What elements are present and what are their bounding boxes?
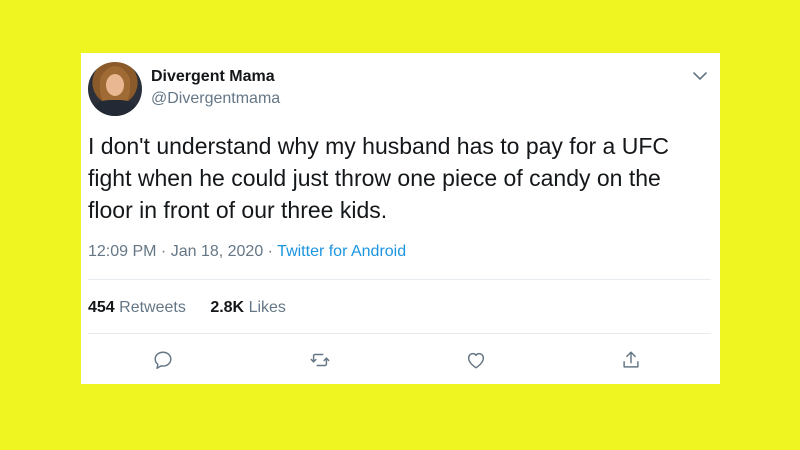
author-name[interactable]: Divergent Mama bbox=[151, 68, 275, 86]
heart-icon[interactable] bbox=[465, 349, 491, 375]
retweet-icon[interactable] bbox=[309, 349, 335, 375]
share-icon[interactable] bbox=[620, 349, 646, 375]
retweets-stat[interactable]: 454 Retweets bbox=[88, 299, 186, 317]
likes-count: 2.8K bbox=[210, 299, 245, 316]
tweet-time[interactable]: 12:09 PM bbox=[88, 243, 156, 260]
retweets-label: Retweets bbox=[119, 299, 186, 316]
chevron-down-icon[interactable] bbox=[692, 69, 708, 81]
action-bar bbox=[81, 349, 720, 375]
tweet-meta: 12:09 PM · Jan 18, 2020 · Twitter for An… bbox=[88, 243, 406, 261]
meta-separator: · bbox=[263, 243, 278, 260]
tweet-card: Divergent Mama @Divergentmama I don't un… bbox=[81, 53, 720, 384]
avatar[interactable] bbox=[88, 62, 142, 116]
tweet-stats: 454 Retweets 2.8K Likes bbox=[88, 299, 306, 317]
tweet-source-link[interactable]: Twitter for Android bbox=[277, 243, 406, 260]
reply-icon[interactable] bbox=[152, 349, 178, 375]
retweets-count: 454 bbox=[88, 299, 115, 316]
tweet-text: I don't understand why my husband has to… bbox=[88, 133, 669, 223]
likes-stat[interactable]: 2.8K Likes bbox=[210, 299, 286, 317]
tweet-date[interactable]: Jan 18, 2020 bbox=[171, 243, 264, 260]
divider bbox=[88, 279, 711, 280]
likes-label: Likes bbox=[248, 299, 286, 316]
meta-separator: · bbox=[156, 243, 171, 260]
divider bbox=[88, 333, 711, 334]
author-handle[interactable]: @Divergentmama bbox=[151, 90, 280, 108]
